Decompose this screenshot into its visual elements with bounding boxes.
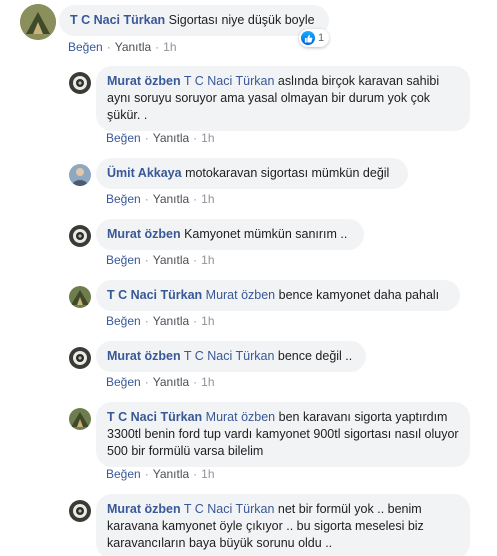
comment-author[interactable]: Murat özben: [107, 349, 181, 363]
comment-bubble: T C Naci Türkan Murat özben bence kamyon…: [96, 280, 460, 311]
comment-bubble: Ümit Akkaya motokaravan sigortası mümkün…: [96, 158, 408, 189]
comment-actions: Beğen · Yanıtla · 1h: [106, 192, 215, 206]
comment-actions: Beğen · Yanıtla · 1h: [106, 253, 215, 267]
reply-link[interactable]: Yanıtla: [153, 131, 189, 145]
comment-bubble: T C Naci Türkan Sigortası niye düşük boy…: [59, 5, 329, 36]
comment-bubble: Murat özben Kamyonet mümkün sanırım ..: [96, 219, 364, 250]
comment-text: bence değil ..: [277, 349, 353, 363]
avatar[interactable]: [69, 164, 91, 186]
comment-text: Kamyonet mümkün sanırım ..: [184, 227, 348, 241]
comment-author[interactable]: T C Naci Türkan: [107, 288, 202, 302]
like-link[interactable]: Beğen: [106, 253, 141, 267]
reaction-count: 1: [318, 32, 325, 44]
comment-actions: Beğen · Yanıtla · 1h: [106, 467, 215, 481]
comment-bubble: Murat özben T C Naci Türkan aslında birç…: [96, 66, 470, 131]
like-reaction-icon: [301, 31, 315, 45]
comment-bubble: Murat özben T C Naci Türkan net bir form…: [96, 494, 470, 556]
like-link[interactable]: Beğen: [106, 314, 141, 328]
comment-actions: Beğen · Yanıtla · 1h: [68, 40, 177, 54]
comment-mention[interactable]: T C Naci Türkan: [184, 502, 275, 516]
comment-author[interactable]: Murat özben: [107, 74, 181, 88]
like-link[interactable]: Beğen: [106, 467, 141, 481]
like-link[interactable]: Beğen: [68, 40, 103, 54]
avatar[interactable]: [69, 500, 91, 522]
comment-author[interactable]: Murat özben: [107, 227, 181, 241]
comment-time[interactable]: 1h: [201, 375, 214, 389]
avatar[interactable]: [69, 286, 91, 308]
like-link[interactable]: Beğen: [106, 375, 141, 389]
comment-time[interactable]: 1h: [201, 314, 214, 328]
comment-time[interactable]: 1h: [201, 131, 214, 145]
comment-bubble: Murat özben T C Naci Türkan bence değil …: [96, 341, 366, 372]
comment-actions: Beğen · Yanıtla · 1h: [106, 375, 215, 389]
avatar[interactable]: [20, 4, 56, 40]
reply-link[interactable]: Yanıtla: [153, 253, 189, 267]
comment-text: bence kamyonet daha pahalı: [278, 288, 440, 302]
comment-mention[interactable]: T C Naci Türkan: [184, 349, 275, 363]
reply-link[interactable]: Yanıtla: [153, 467, 189, 481]
comment-author[interactable]: T C Naci Türkan: [70, 13, 165, 27]
comment-author[interactable]: Murat özben: [107, 502, 181, 516]
avatar[interactable]: [69, 225, 91, 247]
avatar[interactable]: [69, 408, 91, 430]
comment-text: motokaravan sigortası mümkün değil: [185, 166, 390, 180]
avatar[interactable]: [69, 72, 91, 94]
comment-author[interactable]: Ümit Akkaya: [107, 166, 182, 180]
comment-time[interactable]: 1h: [201, 253, 214, 267]
comment-time[interactable]: 1h: [201, 192, 214, 206]
reply-link[interactable]: Yanıtla: [153, 192, 189, 206]
avatar[interactable]: [69, 347, 91, 369]
comment-mention[interactable]: Murat özben: [206, 410, 275, 424]
comment-bubble: T C Naci Türkan Murat özben ben karavanı…: [96, 402, 470, 467]
comment-time[interactable]: 1h: [163, 40, 176, 54]
like-link[interactable]: Beğen: [106, 192, 141, 206]
comment-mention[interactable]: Murat özben: [206, 288, 275, 302]
comment-text: Sigortası niye düşük boyle: [168, 13, 315, 27]
comment-actions: Beğen · Yanıtla · 1h: [106, 314, 215, 328]
like-link[interactable]: Beğen: [106, 131, 141, 145]
reaction-badge[interactable]: 1: [299, 29, 330, 47]
comment-time[interactable]: 1h: [201, 467, 214, 481]
comment-actions: Beğen · Yanıtla · 1h: [106, 131, 215, 145]
reply-link[interactable]: Yanıtla: [153, 375, 189, 389]
comment-mention[interactable]: T C Naci Türkan: [184, 74, 275, 88]
reply-link[interactable]: Yanıtla: [115, 40, 151, 54]
comment-author[interactable]: T C Naci Türkan: [107, 410, 202, 424]
reply-link[interactable]: Yanıtla: [153, 314, 189, 328]
